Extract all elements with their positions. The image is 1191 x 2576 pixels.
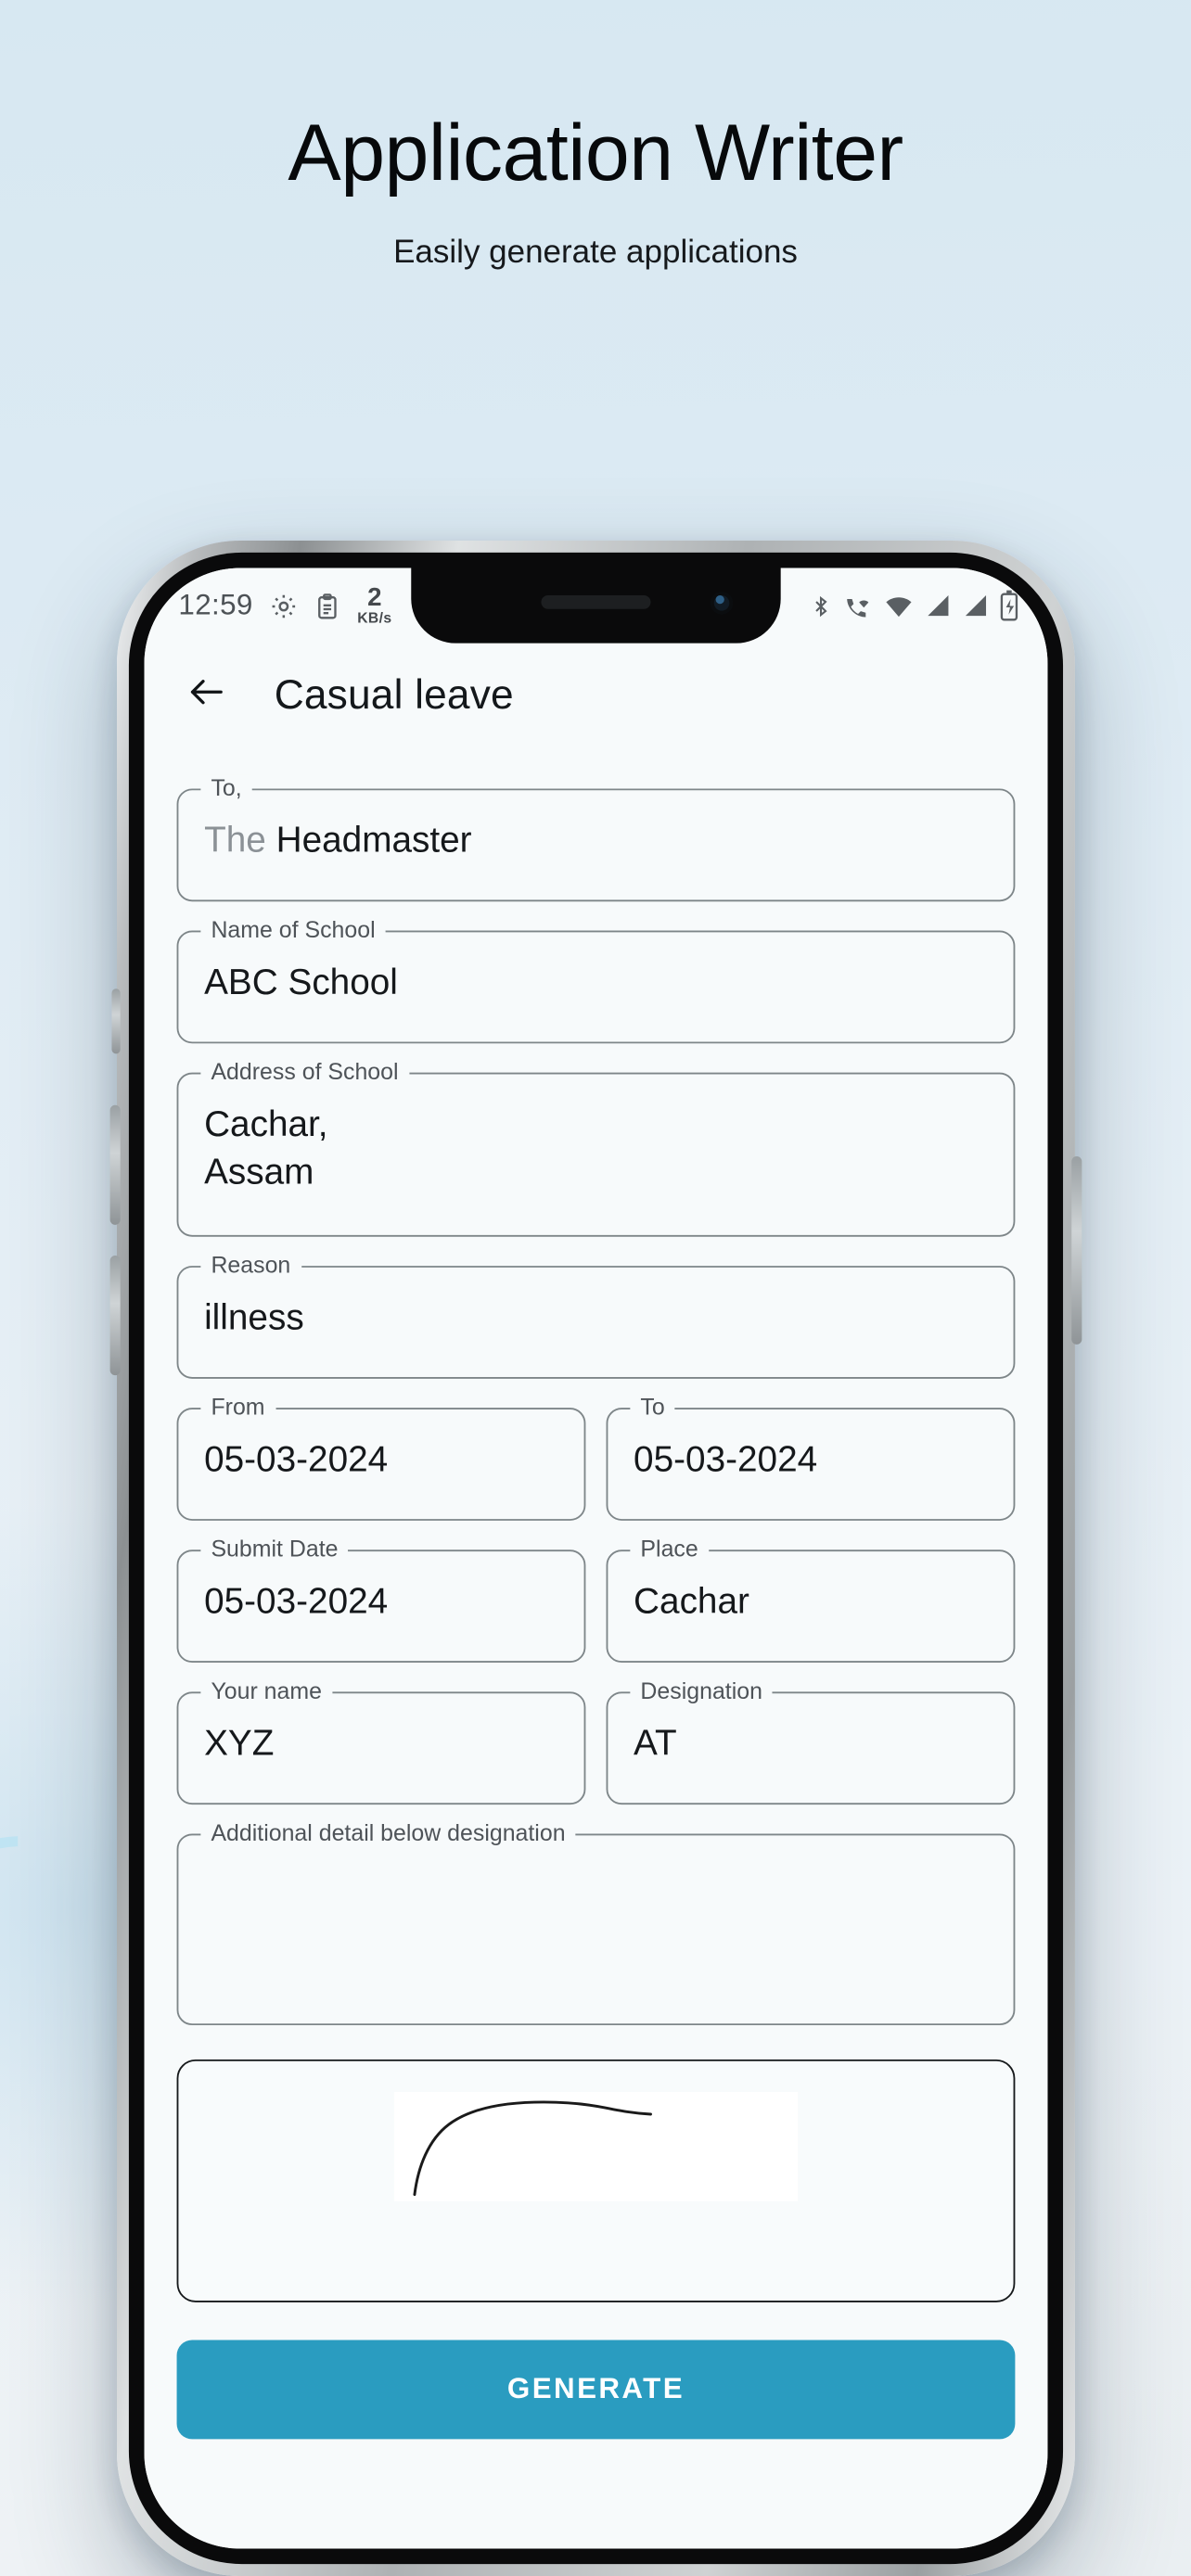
field-value: 05-03-2024 [633,1440,817,1480]
signature-pad[interactable] [176,2059,1015,2302]
clipboard-icon [313,591,340,619]
signal-sim1-icon [924,592,952,619]
phone-volume-down-button [109,1256,121,1376]
field-label: Name of School [199,916,386,943]
front-camera [710,592,733,615]
field-value: XYZ [203,1724,274,1764]
field-label: Reason [199,1252,301,1278]
phone-volume-up-button [109,1104,121,1225]
row-submitdate-place: Submit Date 05-03-2024 Place Cachar [176,1521,1015,1664]
field-label: Your name [199,1677,332,1704]
field-address-of-school[interactable]: Address of School Cachar, Assam [176,1058,1015,1237]
phone-power-button [1070,1156,1082,1345]
hero-section: Application Writer Easily generate appli… [0,0,1191,271]
wifi-icon [883,591,914,619]
earpiece-speaker [540,595,651,609]
field-label: To, [199,774,252,801]
form-container: To, The Headmaster Name of School ABC Sc… [144,749,1047,2549]
field-value: 05-03-2024 [203,1582,388,1622]
field-value: 05-03-2024 [203,1440,388,1480]
signature-canvas[interactable] [393,2091,798,2202]
field-to[interactable]: To, The Headmaster [176,774,1015,902]
status-bar-left: 12:59 2 KB/s [178,585,391,625]
field-value-prefix: The [203,821,276,861]
arrow-left-icon [184,670,226,721]
field-value: AT [633,1724,677,1764]
phone-notch [410,567,781,644]
field-name-of-school[interactable]: Name of School ABC School [176,916,1015,1044]
screen-title: Casual leave [274,672,514,719]
page-title: Application Writer [288,108,903,198]
field-label: To [629,1394,675,1421]
signature-stroke-icon [412,2100,652,2197]
bluetooth-icon [810,591,832,619]
field-value: Cachar [633,1582,749,1622]
field-submit-date[interactable]: Submit Date 05-03-2024 [176,1536,585,1664]
phone-mockup: 12:59 2 KB/s Casual leave To, The Headma… [90,541,1101,2576]
status-bar-right [810,590,1018,621]
signal-sim2-icon [962,592,990,619]
app-bar: Casual leave [144,643,1047,750]
generate-button[interactable]: GENERATE [176,2340,1015,2440]
field-additional-detail[interactable]: Additional detail below designation [176,1819,1015,2026]
field-label: From [199,1394,275,1421]
field-to-date[interactable]: To 05-03-2024 [606,1394,1015,1521]
field-label: Additional detail below designation [199,1819,576,1846]
phone-silent-switch [110,988,121,1054]
network-speed-value: 2 [366,583,382,613]
phone-screen: 12:59 2 KB/s Casual leave To, The Headma… [144,567,1047,2549]
field-reason[interactable]: Reason illness [176,1252,1015,1379]
field-value: ABC School [203,963,398,1003]
field-label: Place [629,1536,709,1562]
field-your-name[interactable]: Your name XYZ [176,1677,585,1805]
back-button[interactable] [176,667,235,725]
row-name-designation: Your name XYZ Designation AT [176,1663,1015,1805]
vowifi-call-icon [842,591,873,619]
row-from-to: From 05-03-2024 To 05-03-2024 [176,1379,1015,1521]
field-label: Address of School [199,1058,409,1085]
field-label: Submit Date [199,1536,349,1562]
field-label: Designation [629,1677,773,1704]
field-value: illness [203,1298,304,1338]
field-value: The Headmaster [204,818,988,866]
field-from-date[interactable]: From 05-03-2024 [176,1394,585,1521]
network-speed-indicator: 2 KB/s [357,585,391,625]
battery-charging-icon [999,590,1018,621]
field-value: Cachar, Assam [203,1104,328,1192]
network-speed-unit: KB/s [356,609,391,627]
page-subtitle: Easily generate applications [393,234,798,270]
status-clock: 12:59 [177,588,253,621]
field-value-text: Headmaster [275,821,472,861]
field-designation[interactable]: Designation AT [606,1677,1015,1805]
gear-icon [268,591,297,619]
field-place[interactable]: Place Cachar [606,1536,1015,1664]
